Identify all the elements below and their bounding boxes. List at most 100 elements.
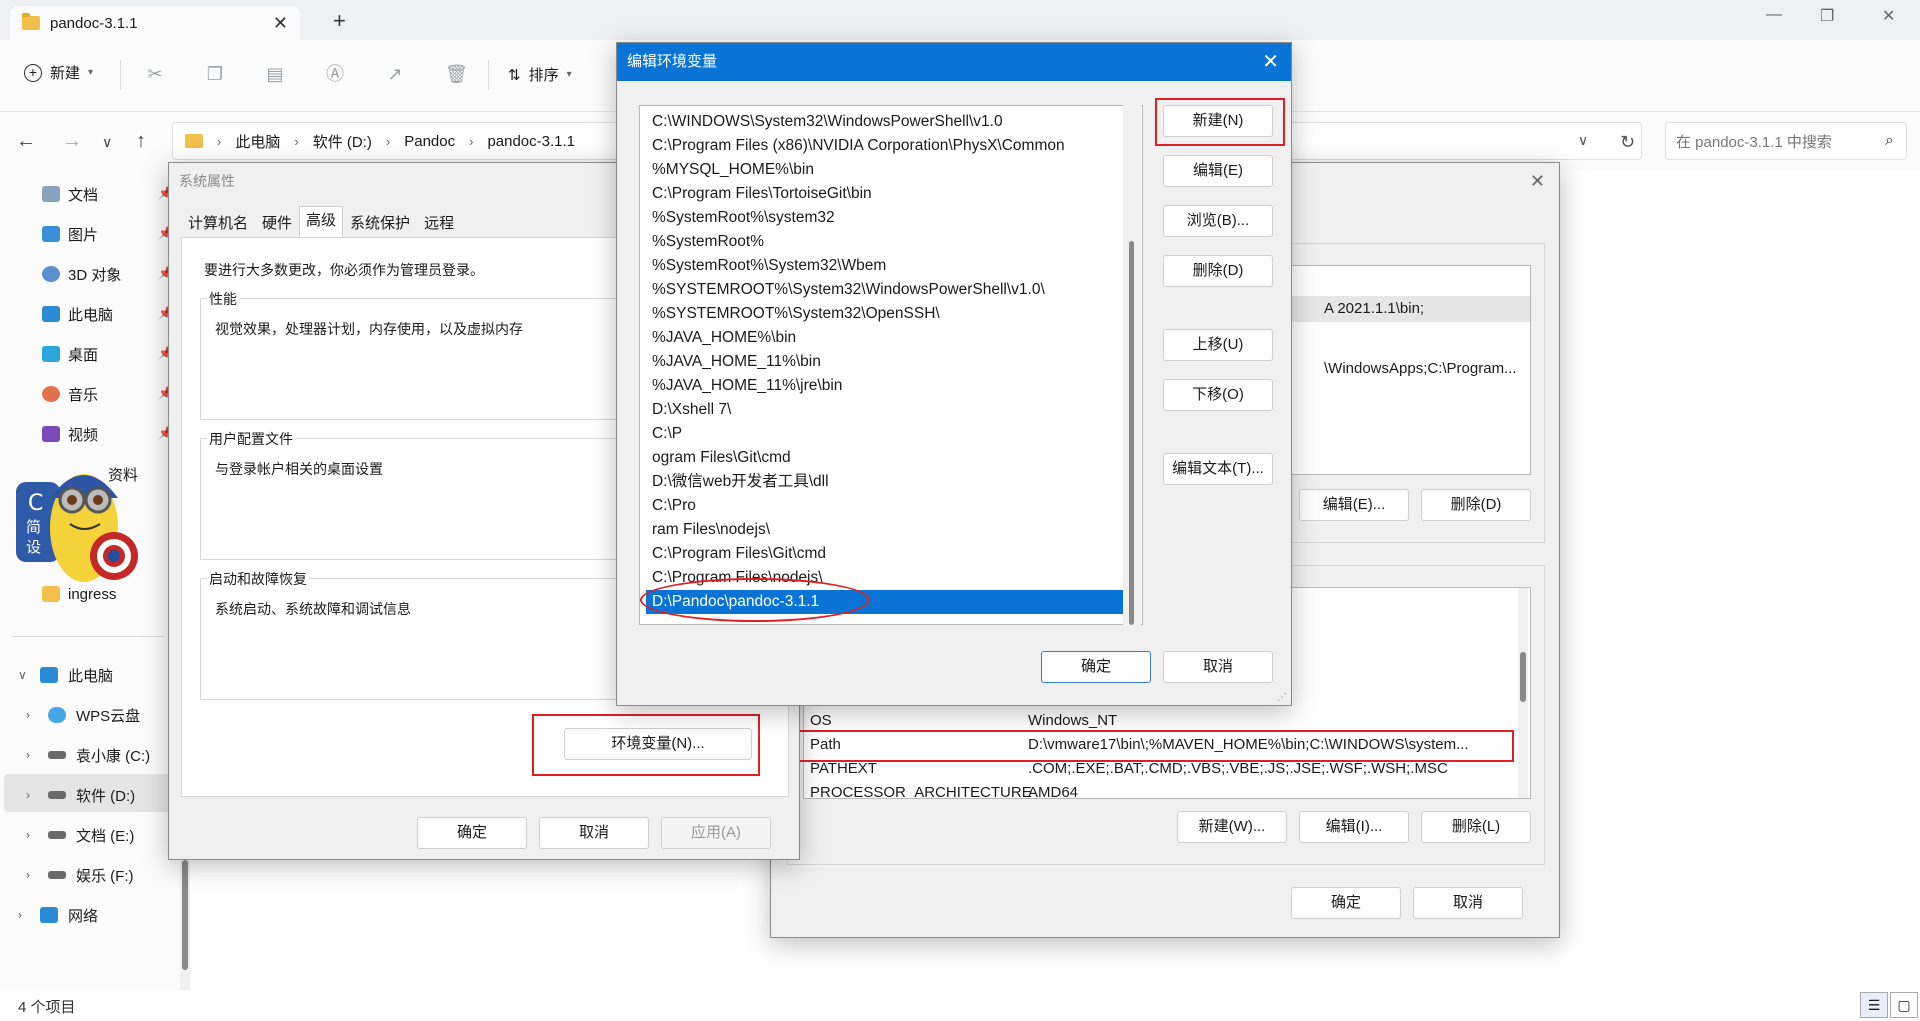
close-tab-icon[interactable]: ✕	[273, 13, 288, 34]
system-list-scrollbar[interactable]	[1518, 588, 1528, 798]
path-item[interactable]: %SYSTEMROOT%\System32\OpenSSH\	[646, 302, 1126, 326]
restore-icon[interactable]: ❐	[1820, 6, 1834, 26]
path-item[interactable]: C:\Program Files (x86)\NVIDIA Corporatio…	[646, 134, 1126, 158]
delete-path-button[interactable]: 删除(D)	[1163, 255, 1273, 287]
sidebar-item-videos[interactable]: 视频	[42, 422, 98, 446]
paste-icon[interactable]: ▤	[265, 64, 285, 84]
tab-remote[interactable]: 远程	[417, 209, 461, 237]
path-item[interactable]: D:\Xshell 7\	[646, 398, 1126, 422]
environment-variables-button[interactable]: 环境变量(N)...	[564, 728, 752, 760]
path-item[interactable]: ram Files\nodejs\	[646, 518, 1126, 542]
move-down-button[interactable]: 下移(O)	[1163, 379, 1273, 411]
share-icon[interactable]: ↗	[385, 64, 405, 84]
tree-item-drive-c[interactable]: › 袁小康 (C:)	[26, 742, 150, 768]
sysprops-ok-button[interactable]: 确定	[417, 817, 527, 849]
tree-item-wps-cloud[interactable]: › WPS云盘	[26, 702, 140, 728]
close-icon[interactable]: ✕	[1530, 171, 1545, 192]
chevron-right-icon[interactable]: ›	[18, 908, 30, 922]
chevron-down-icon[interactable]: ∨	[18, 668, 30, 682]
path-item[interactable]: %SystemRoot%\System32\Wbem	[646, 254, 1126, 278]
sysprops-apply-button[interactable]: 应用(A)	[661, 817, 771, 849]
copy-icon[interactable]: ❐	[205, 64, 225, 84]
path-item[interactable]: %SystemRoot%\system32	[646, 206, 1126, 230]
env-cancel-button[interactable]: 取消	[1413, 887, 1523, 919]
sidebar-scroll-thumb[interactable]	[182, 860, 188, 970]
tab-advanced[interactable]: 高级	[299, 206, 344, 237]
table-row[interactable]: PROCESSOR_ARCHITECTURE AMD64	[810, 784, 1507, 798]
breadcrumb-item[interactable]: 软件 (D:)	[313, 131, 372, 152]
tree-item-drive-d[interactable]: › 软件 (D:)	[26, 782, 135, 808]
up-icon[interactable]: ↑	[136, 130, 146, 153]
user-edit-button[interactable]: 编辑(E)...	[1299, 489, 1409, 521]
path-item[interactable]: C:\Program Files\TortoiseGit\bin	[646, 182, 1126, 206]
search-input[interactable]: 在 pandoc-3.1.1 中搜索 ⌕	[1665, 122, 1907, 160]
path-item[interactable]: %JAVA_HOME%\bin	[646, 326, 1126, 350]
path-item[interactable]: D:\Pandoc\pandoc-3.1.1	[646, 590, 1126, 614]
edit-text-button[interactable]: 编辑文本(T)...	[1163, 453, 1273, 485]
cut-icon[interactable]: ✂	[145, 64, 165, 84]
chevron-right-icon[interactable]: ›	[26, 788, 38, 802]
tab-system-protection[interactable]: 系统保护	[343, 209, 417, 237]
sidebar-item-this-pc[interactable]: 此电脑	[42, 302, 113, 326]
chevron-right-icon[interactable]: ›	[26, 748, 38, 762]
sort-button[interactable]: ⇅ 排序 ▾	[508, 64, 572, 85]
scroll-thumb[interactable]	[1129, 241, 1134, 625]
resize-grip-icon[interactable]: ⋰	[1277, 692, 1287, 703]
delete-icon[interactable]: 🗑	[445, 64, 468, 84]
path-item[interactable]: C:\Pro	[646, 494, 1126, 518]
new-path-button[interactable]: 新建(N)	[1163, 105, 1273, 137]
env-ok-button[interactable]: 确定	[1291, 887, 1401, 919]
new-button[interactable]: + 新建 ▾	[24, 62, 93, 83]
edit-cancel-button[interactable]: 取消	[1163, 651, 1273, 683]
table-row-path[interactable]: Path D:\vmware17\bin\;%MAVEN_HOME%\bin;C…	[810, 736, 1507, 760]
close-window-icon[interactable]: ✕	[1882, 6, 1895, 26]
path-item[interactable]: C:\Program Files\nodejs\	[646, 566, 1126, 590]
sidebar-item-pictures[interactable]: 图片	[42, 222, 98, 246]
path-item[interactable]: %JAVA_HOME_11%\jre\bin	[646, 374, 1126, 398]
recent-chevron-icon[interactable]: ∨	[102, 134, 112, 151]
table-row[interactable]: OS Windows_NT	[810, 712, 1507, 736]
tab-computer-name[interactable]: 计算机名	[181, 209, 255, 237]
chevron-right-icon[interactable]: ›	[26, 708, 38, 722]
sidebar-item-music[interactable]: 音乐	[42, 382, 98, 406]
browse-button[interactable]: 浏览(B)...	[1163, 205, 1273, 237]
scroll-thumb[interactable]	[1520, 652, 1526, 702]
breadcrumb-item[interactable]: pandoc-3.1.1	[487, 133, 575, 150]
address-dropdown-icon[interactable]: ∨	[1578, 132, 1588, 149]
chevron-right-icon[interactable]: ›	[26, 828, 38, 842]
sidebar-item-3d-objects[interactable]: 3D 对象	[42, 262, 121, 286]
tree-item-drive-e[interactable]: › 文档 (E:)	[26, 822, 134, 848]
sysprops-cancel-button[interactable]: 取消	[539, 817, 649, 849]
path-list[interactable]: C:\WINDOWS\System32\WindowsPowerShell\v1…	[639, 105, 1143, 625]
edit-path-button[interactable]: 编辑(E)	[1163, 155, 1273, 187]
system-edit-button[interactable]: 编辑(I)...	[1299, 811, 1409, 843]
tree-item-network[interactable]: › 网络	[18, 902, 98, 928]
tree-item-drive-f[interactable]: › 娱乐 (F:)	[26, 862, 134, 888]
new-tab-button[interactable]: +	[333, 8, 346, 34]
table-row[interactable]: PATHEXT .COM;.EXE;.BAT;.CMD;.VBS;.VBE;.J…	[810, 760, 1507, 784]
path-item[interactable]: C:\Program Files\Git\cmd	[646, 542, 1126, 566]
path-item[interactable]: C:\P	[646, 422, 1126, 446]
rename-icon[interactable]: Ⓐ	[325, 64, 345, 84]
move-up-button[interactable]: 上移(U)	[1163, 329, 1273, 361]
system-delete-button[interactable]: 删除(L)	[1421, 811, 1531, 843]
details-view-icon[interactable]: ☰	[1860, 992, 1888, 1018]
close-icon[interactable]: ✕	[1262, 43, 1279, 81]
edit-ok-button[interactable]: 确定	[1041, 651, 1151, 683]
forward-icon[interactable]: →	[62, 130, 82, 153]
path-item[interactable]: %SYSTEMROOT%\System32\WindowsPowerShell\…	[646, 278, 1126, 302]
back-icon[interactable]: ←	[16, 130, 36, 153]
path-item[interactable]: C:\WINDOWS\System32\WindowsPowerShell\v1…	[646, 110, 1126, 134]
path-item[interactable]: ogram Files\Git\cmd	[646, 446, 1126, 470]
path-item[interactable]: %MYSQL_HOME%\bin	[646, 158, 1126, 182]
sidebar-item-documents[interactable]: 文档	[42, 182, 98, 206]
path-item[interactable]: %SystemRoot%	[646, 230, 1126, 254]
path-item[interactable]: %JAVA_HOME_11%\bin	[646, 350, 1126, 374]
path-item[interactable]: D:\微信web开发者工具\dll	[646, 470, 1126, 494]
path-list-scrollbar[interactable]	[1123, 105, 1141, 625]
user-delete-button[interactable]: 删除(D)	[1421, 489, 1531, 521]
tab-hardware[interactable]: 硬件	[255, 209, 299, 237]
tiles-view-icon[interactable]: ▢	[1890, 992, 1918, 1018]
breadcrumb-item[interactable]: Pandoc	[404, 133, 455, 150]
minimize-icon[interactable]: —	[1766, 6, 1782, 24]
